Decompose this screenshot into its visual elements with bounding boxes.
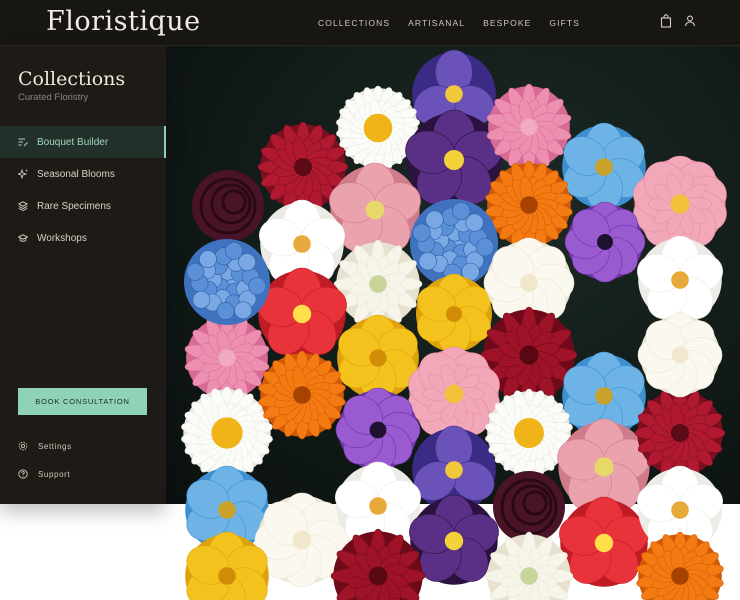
sidebar-item-settings[interactable]: Settings: [18, 441, 72, 451]
brand-logo[interactable]: Floristique: [46, 6, 201, 37]
nav-gifts[interactable]: GIFTS: [549, 18, 580, 28]
main-nav: COLLECTIONS ARTISANAL BESPOKE GIFTS: [318, 18, 580, 28]
pansy-flower: [409, 494, 499, 585]
sidebar-title: Collections: [18, 68, 126, 90]
marigold-orange-flower: [636, 531, 724, 600]
shopping-bag-icon[interactable]: [660, 14, 672, 28]
sidebar-item-label: Workshops: [37, 232, 87, 244]
sparkle-icon: [16, 168, 28, 180]
rose-red-flower: [330, 528, 426, 600]
builder-icon: [18, 137, 28, 147]
layers-icon: [17, 201, 29, 212]
tulip-yellow-flower: [185, 531, 269, 600]
sidebar-item-rare-specimens[interactable]: Rare Specimens: [0, 190, 166, 222]
ranunculus-white-flower: [484, 531, 574, 600]
nav-collections[interactable]: COLLECTIONS: [318, 18, 390, 28]
settings-label: Settings: [38, 441, 72, 451]
sidebar-item-support[interactable]: Support: [18, 469, 70, 479]
sidebar-item-label: Rare Specimens: [37, 200, 111, 212]
gear-icon: [18, 441, 28, 451]
header-actions: [660, 14, 696, 28]
help-icon: [18, 469, 28, 479]
sidebar-item-bouquet-builder[interactable]: Bouquet Builder: [0, 126, 166, 158]
sidebar: Collections Curated Floristry Bouquet Bu…: [0, 46, 166, 504]
sidebar-nav: Bouquet Builder Seasonal Blooms Rare Spe…: [0, 126, 166, 254]
nav-bespoke[interactable]: BESPOKE: [483, 18, 531, 28]
user-icon[interactable]: [684, 14, 696, 28]
hibiscus-red-flower: [559, 496, 649, 587]
sidebar-item-label: Seasonal Blooms: [37, 168, 115, 180]
nav-artisanal[interactable]: ARTISANAL: [408, 18, 465, 28]
sidebar-item-workshops[interactable]: Workshops: [0, 222, 166, 254]
graduation-icon: [17, 233, 29, 243]
book-consultation-button[interactable]: BOOK CONSULTATION: [18, 388, 147, 415]
support-label: Support: [38, 469, 71, 479]
hero-flower-display: [166, 46, 740, 504]
top-navigation-bar: Floristique COLLECTIONS ARTISANAL BESPOK…: [0, 0, 740, 46]
sidebar-item-label: Bouquet Builder: [37, 136, 109, 148]
sidebar-subtitle: Curated Floristry: [18, 92, 89, 103]
sidebar-item-seasonal-blooms[interactable]: Seasonal Blooms: [0, 158, 166, 190]
gardenia-white-flower: [254, 492, 350, 588]
